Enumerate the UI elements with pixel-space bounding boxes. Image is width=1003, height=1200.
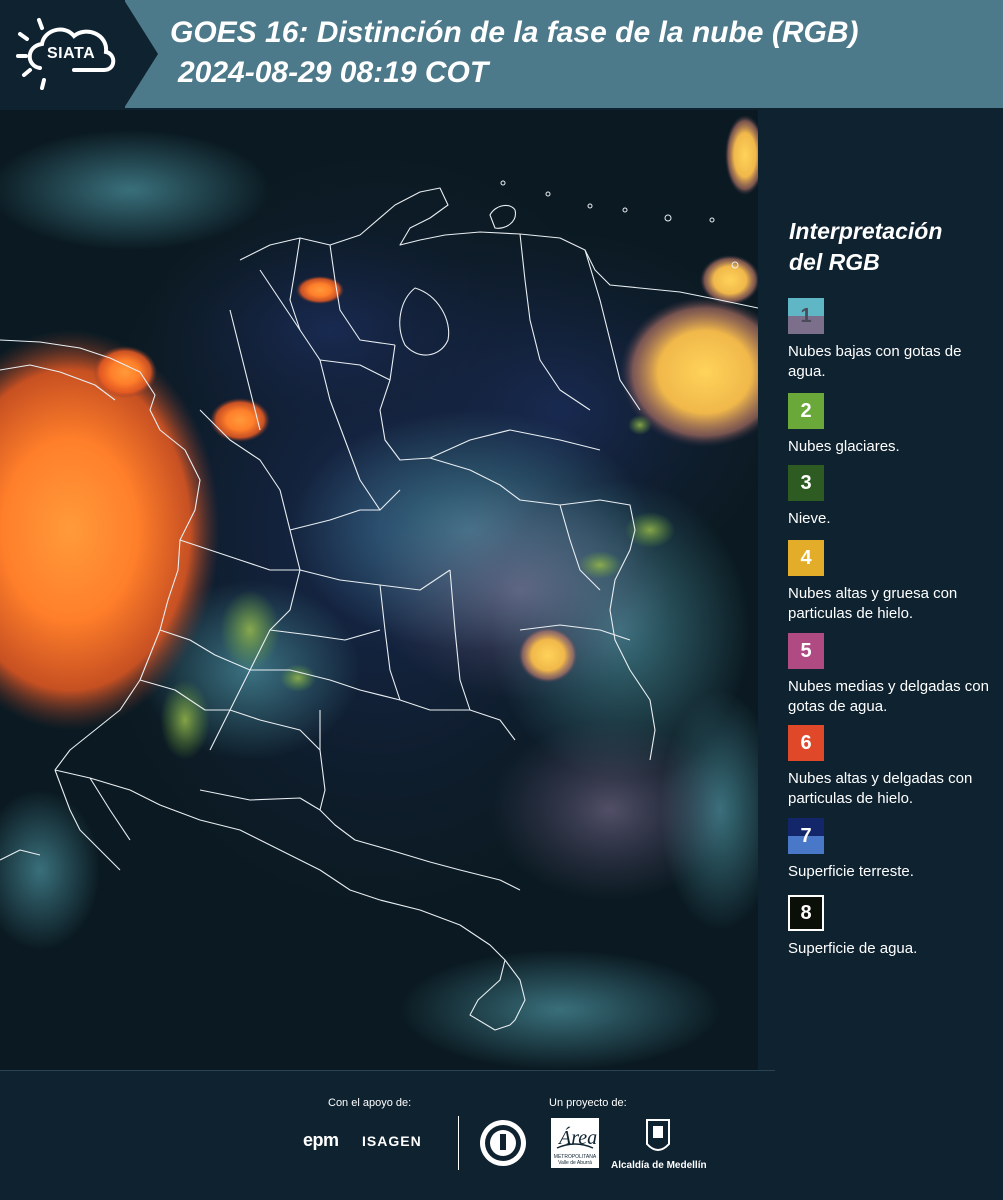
legend-swatch: 4 [788, 540, 824, 576]
logo-text: SIATA [47, 45, 96, 62]
legend-item-4: 4 Nubes altas y gruesa con particulas de … [788, 540, 998, 624]
legend-label: Superficie de agua. [788, 940, 918, 957]
legend-item-5: 5 Nubes medias y delgadas con gotas de ag… [788, 633, 998, 717]
isagen-logo: ISAGEN [362, 1133, 422, 1149]
legend-number: 3 [800, 472, 812, 494]
legend-number: 5 [800, 640, 812, 662]
header-chevron [124, 0, 158, 108]
legend-swatch: 5 [788, 633, 824, 669]
legend-label: Nubes bajas con gotas de agua. [788, 343, 962, 380]
legend-label: Nubes glaciares. [788, 438, 900, 455]
legend-number: 1 [800, 305, 812, 327]
header-bar: SIATA GOES 16: Distinción de la fase de … [0, 0, 1003, 108]
area-metropolitana-text: METROPOLITANA Valle de Aburrá [553, 1154, 597, 1166]
legend-number: 8 [800, 902, 812, 924]
satellite-image [0, 110, 758, 1070]
legend-swatch: 2 [788, 393, 824, 429]
legend-label: Nubes altas y gruesa con particulas de h… [788, 585, 958, 622]
legend-item-7: 7 Superficie terreste. [788, 818, 998, 882]
legend-item-3: 3 Nieve. [788, 465, 998, 529]
area-metropolitana-mark-icon: Área [556, 1126, 597, 1149]
university-seal-icon [480, 1120, 526, 1166]
footer-vertical-divider [458, 1116, 459, 1170]
legend-item-8: 8 Superficie de agua. [788, 895, 998, 959]
legend-number: 2 [800, 400, 812, 422]
epm-logo: epm [303, 1130, 339, 1150]
legend-label: Nubes medias y delgadas con gotas de agu… [788, 678, 989, 715]
page-datetime: 2024-08-29 08:19 COT [178, 56, 489, 89]
legend-number: 4 [800, 547, 812, 569]
legend-swatch: 1 [788, 298, 824, 334]
legend-item-2: 2 Nubes glaciares. [788, 393, 998, 457]
logo-block: SIATA [0, 0, 125, 108]
legend-label: Nubes altas y delgadas con particulas de… [788, 770, 973, 807]
legend-label: Superficie terreste. [788, 863, 914, 880]
legend-panel: Interpretación del RGB 1 Nubes bajas con … [758, 110, 1003, 1070]
legend-title-line1: Interpretación [789, 218, 943, 244]
project-label: Un proyecto de: [549, 1097, 627, 1109]
legend-number: 6 [800, 732, 812, 754]
page-title: GOES 16: Distinción de la fase de la nub… [170, 16, 859, 49]
legend-item-1: 1 Nubes bajas con gotas de agua. [788, 298, 998, 382]
legend-swatch: 7 [788, 818, 824, 854]
legend-swatch: 6 [788, 725, 824, 761]
support-label: Con el apoyo de: [328, 1097, 412, 1109]
legend-number: 7 [800, 825, 812, 847]
legend-swatch: 8 [788, 895, 824, 931]
footer: Con el apoyo de: Un proyecto de: epm ISA… [0, 1070, 1003, 1200]
footer-divider [0, 1070, 775, 1071]
medellin-shield-icon [646, 1119, 670, 1151]
legend-title-line2: del RGB [789, 249, 880, 275]
legend-label: Nieve. [788, 510, 831, 527]
legend-swatch: 3 [788, 465, 824, 501]
medellin-text: Alcaldía de Medellín [611, 1160, 707, 1171]
legend-item-6: 6 Nubes altas y delgadas con particulas d… [788, 725, 998, 809]
satellite-map [0, 110, 758, 1070]
legend-title: Interpretación del RGB [789, 216, 942, 278]
